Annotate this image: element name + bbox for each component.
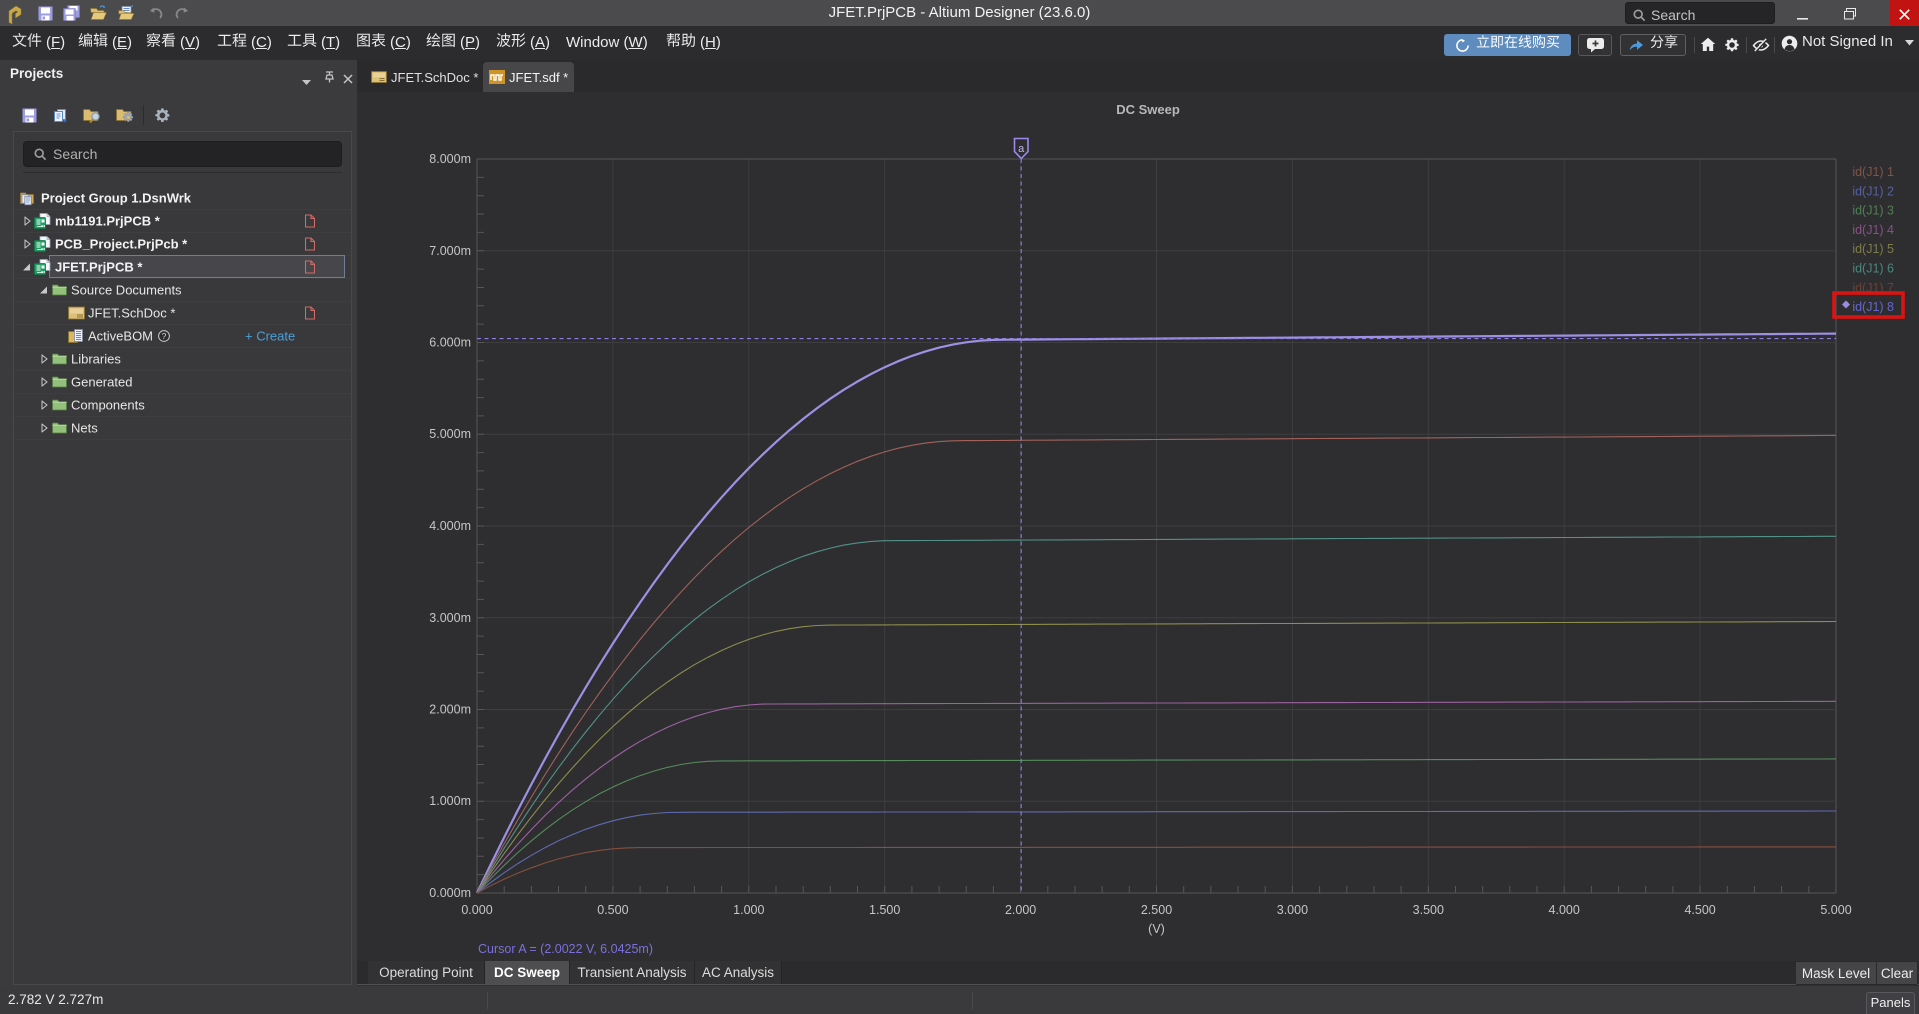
svg-text:5.000m: 5.000m [429,427,471,441]
svg-text:2.000: 2.000 [1005,903,1036,917]
svg-text:id(J1) 2: id(J1) 2 [1852,184,1894,198]
svg-text:1.000m: 1.000m [429,794,471,808]
svg-text:1.500: 1.500 [869,903,900,917]
svg-text:2.000m: 2.000m [429,703,471,717]
svg-text:5.000: 5.000 [1820,903,1851,917]
svg-text:id(J1) 8: id(J1) 8 [1852,300,1894,314]
svg-text:2.500: 2.500 [1141,903,1172,917]
svg-text:(V): (V) [1148,922,1165,936]
svg-text:4.500: 4.500 [1684,903,1715,917]
svg-text:6.000m: 6.000m [429,336,471,350]
svg-text:3.500: 3.500 [1413,903,1444,917]
svg-text:0.000m: 0.000m [429,886,471,900]
svg-text:Cursor A = (2.0022 V, 6.0425m): Cursor A = (2.0022 V, 6.0425m) [478,942,653,956]
svg-text:1.000: 1.000 [733,903,764,917]
svg-text:id(J1) 4: id(J1) 4 [1852,223,1894,237]
svg-text:7.000m: 7.000m [429,244,471,258]
svg-text:0.500: 0.500 [597,903,628,917]
svg-text:8.000m: 8.000m [429,152,471,166]
svg-text:id(J1) 3: id(J1) 3 [1852,204,1894,218]
svg-text:DC Sweep: DC Sweep [1116,102,1180,117]
svg-text:4.000: 4.000 [1549,903,1580,917]
svg-text:?: ? [162,331,167,341]
svg-text:4.000m: 4.000m [429,519,471,533]
svg-text:id(J1) 1: id(J1) 1 [1852,165,1894,179]
svg-text:id(J1) 6: id(J1) 6 [1852,262,1894,276]
svg-text:0.000: 0.000 [461,903,492,917]
svg-text:3.000: 3.000 [1277,903,1308,917]
svg-text:3.000m: 3.000m [429,611,471,625]
svg-text:a: a [1018,143,1025,155]
svg-text:id(J1) 5: id(J1) 5 [1852,242,1894,256]
